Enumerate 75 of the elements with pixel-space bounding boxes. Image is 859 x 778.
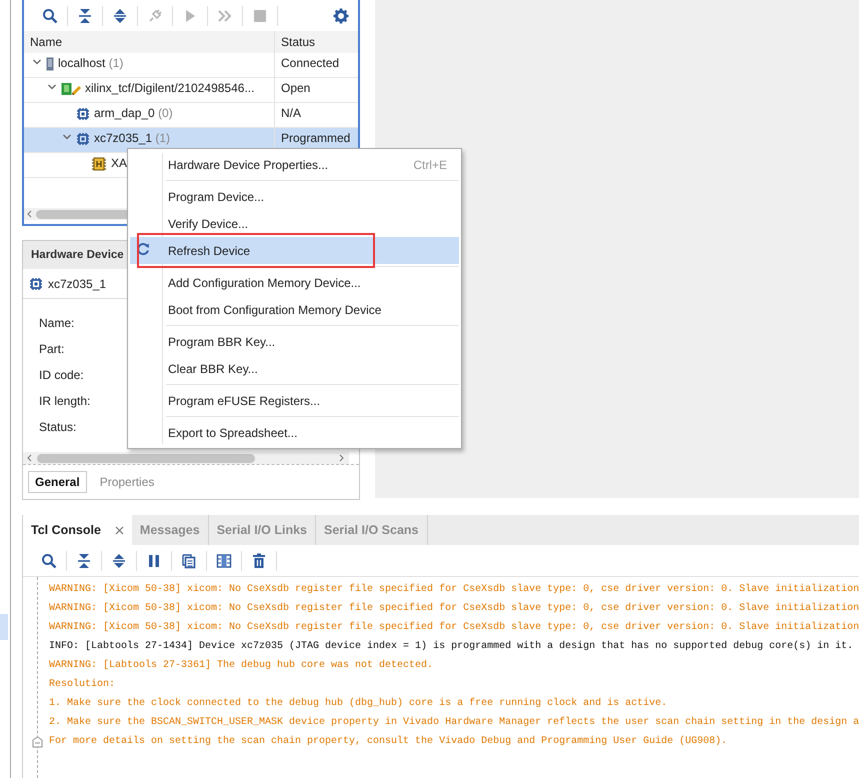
expand-all-icon[interactable] [112,8,128,24]
chip-icon [76,132,90,146]
board-icon [61,82,81,96]
close-icon[interactable] [114,526,124,534]
property-label: IR length: [39,393,90,410]
menu-item[interactable]: Export to Spreadsheet... [130,419,459,446]
log-line: INFO: [Labtools 27-1434] Device xc7z035 (JTAG device index = 1) is programmed with a design that has no supported debug core(s) in it. [49,640,854,654]
panel-tab[interactable]: General [28,471,87,493]
search-icon[interactable] [41,552,57,568]
menu-label: Program Device... [168,190,266,204]
log-line: For more details on setting the scan chain property, consult the Vivado Debug and Programming User Guide (UG908). [49,732,859,751]
horizontal-scrollbar[interactable] [23,452,349,464]
column-header[interactable]: Name [24,31,274,53]
menu-label: Hardware Device Properties... [168,158,330,172]
log-line: Resolution: [49,678,116,692]
log-line: 2. Make sure the BSCAN_SWITCH_USER_MASK device property in Vivado Hardware Manager reflects the user scan chain setting in the design a [49,716,859,730]
menu-item[interactable]: Program Device... [130,183,459,210]
node-name: XA [111,156,128,170]
collapse-all-icon[interactable] [76,552,92,568]
log-line: WARNING: [Xicom 50-38] xicom: No CseXsdb register file specified for CseXsdb slave type: 0, cse driver version: 0. Slave initialization [49,602,859,616]
menu-label: Program eFUSE Registers... [168,394,322,408]
trash-icon[interactable] [251,552,267,568]
log-line: WARNING: [Labtools 27-3361] The debug hub core was not detected. [49,658,434,673]
property-label: Part: [39,341,64,358]
copy-icon[interactable] [181,552,197,568]
menu-item[interactable]: Hardware Device Properties... Ctrl+E [130,151,459,178]
chip-icon [76,107,90,121]
core-icon [91,157,107,171]
row-highlight [0,614,8,640]
chip-icon [29,276,43,290]
shortcut-text: Ctrl+E [413,158,447,172]
menu-label: Verify Device... [168,216,250,230]
menu-item[interactable]: Add Configuration Memory Device... [130,269,459,296]
search-icon[interactable] [42,8,58,24]
panel-tab[interactable]: Properties [92,471,162,493]
node-name: xc7z035_1 (1) [94,131,170,145]
log-line: WARNING: [Xicom 50-38] xicom: No CseXsdb register file specified for CseXsdb slave type: 0, cse driver version: 0. Slave initialization [49,620,859,635]
log-line: 1. Make sure the clock connected to the debug hub (dbg_hub) core is a free running clock and is active. [49,696,668,711]
pause-icon[interactable] [146,552,162,568]
console-tab[interactable]: Tcl Console [23,515,132,545]
property-label: Status: [39,419,76,436]
refresh-icon [136,242,150,256]
menu-item[interactable]: Boot from Configuration Memory Device [130,296,459,323]
property-label: Name: [39,315,74,332]
menu-label: Program BBR Key... [168,334,276,348]
status-cell: Open [274,78,358,102]
chevron-down-icon[interactable] [62,132,72,142]
chevron-down-icon[interactable] [32,57,42,67]
menu-item[interactable]: Verify Device... [130,210,459,237]
chevron-down-icon[interactable] [47,82,57,92]
status-cell: N/A [274,103,358,127]
menu-item[interactable]: Program BBR Key... [130,328,459,355]
settings-icon[interactable] [333,8,349,24]
node-name: xilinx_tcf/Digilent/2102498546... [85,81,254,95]
tree-row[interactable]: xilinx_tcf/Digilent/2102498546... Open [24,78,358,103]
menu-item[interactable]: Clear BBR Key... [130,355,459,382]
menu-item[interactable]: Program eFUSE Registers... [130,387,459,414]
fold-marker-icon[interactable] [32,736,43,748]
columns-icon[interactable] [216,552,232,568]
collapse-all-icon[interactable] [77,8,93,24]
status-cell: Connected [274,53,358,77]
device-name: xc7z035_1 [48,276,106,290]
property-label: ID code: [39,367,84,384]
server-icon [46,57,54,71]
menu-label: Add Configuration Memory Device... [168,276,362,290]
column-header[interactable]: Status [274,31,358,53]
expand-all-icon[interactable] [111,552,127,568]
menu-label: Boot from Configuration Memory Device [168,302,382,316]
menu-label: Export to Spreadsheet... [168,426,298,440]
node-name: arm_dap_0 (0) [94,106,173,120]
log-line: WARNING: [Xicom 50-38] xicom: No CseXsdb register file specified for CseXsdb slave type: 0, cse driver version: 0. Slave initialization [49,582,859,597]
menu-label: Refresh Device [168,244,252,258]
menu-label: Clear BBR Key... [168,362,259,376]
tree-row[interactable]: localhost (1) Connected [24,53,358,78]
node-name: localhost (1) [58,56,124,70]
